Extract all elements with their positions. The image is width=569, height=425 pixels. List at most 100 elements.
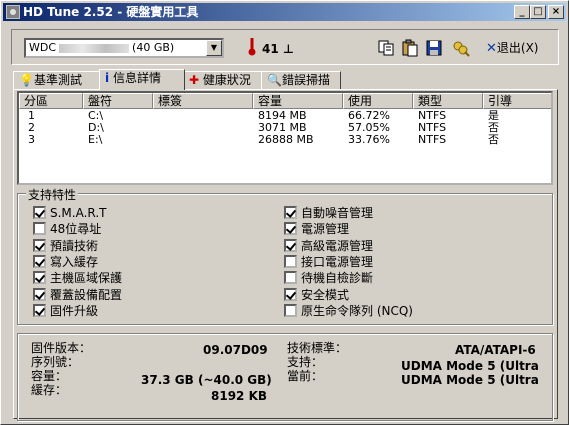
feature-label: 48位尋址 (50, 222, 102, 237)
feature-label: 高級電源管理 (301, 238, 374, 253)
checkbox-checked[interactable] (33, 238, 46, 252)
feature-label: 電源管理 (301, 222, 350, 237)
checkbox-checked[interactable] (33, 303, 46, 317)
paste-icon[interactable] (401, 39, 419, 57)
minimize-button[interactable]: _ (514, 5, 530, 19)
drive-prefix: WDC (29, 41, 57, 54)
standard-value: ATA/ATAPI-6 (455, 343, 536, 357)
feature-checkbox-right-4[interactable]: 待機自檢診斷 (284, 271, 373, 285)
firmware-value: 09.07D09 (203, 343, 268, 357)
firmware-label: 固件版本： (31, 341, 92, 355)
toolbar: WDC (40 GB) ▼ 41 ⊥ ✕退出(X) (11, 29, 559, 65)
checkbox-checked[interactable] (33, 206, 46, 219)
drive-select[interactable]: WDC (40 GB) ▼ (24, 38, 224, 58)
checkbox-checked[interactable] (284, 238, 297, 252)
tab-health-label: 健康狀況 (202, 73, 251, 87)
exit-button[interactable]: ✕退出(X) (486, 38, 539, 58)
thermometer-icon (248, 38, 256, 56)
table-row[interactable]: 3 E:\ 26888 MB 33.76% NTFS 否 (19, 134, 551, 146)
cell-used: 33.76% (348, 133, 390, 146)
feature-label: 原生命令隊列 (NCQ) (301, 303, 413, 318)
temperature-value: 41 (262, 42, 279, 56)
feature-checkbox-left-4[interactable]: 主機區域保護 (33, 271, 122, 285)
health-cross-icon: ✚ (189, 73, 200, 87)
col-drive[interactable]: 盤符 (83, 93, 153, 109)
settings-keys-icon[interactable] (452, 39, 470, 57)
checkbox-unchecked[interactable] (284, 271, 297, 285)
feature-checkbox-right-6[interactable]: 原生命令隊列 (NCQ) (284, 303, 413, 318)
checkbox-unchecked[interactable] (33, 222, 46, 236)
col-type[interactable]: 類型 (413, 93, 483, 109)
feature-label: 固件升級 (50, 303, 99, 318)
partition-table[interactable]: 分區 盤符 標簽 容量 使用 類型 引導 1 C:\ 8194 MB 66.72… (17, 91, 553, 185)
magnifier-icon: 🔍 (267, 73, 282, 87)
tab-info-label: 信息詳情 (112, 71, 161, 85)
tab-benchmark-label: 基準測試 (33, 73, 82, 87)
exit-icon: ✕ (486, 41, 497, 56)
close-button[interactable]: × (548, 5, 564, 19)
temperature-unit: ⊥ (282, 42, 294, 56)
tab-benchmark[interactable]: 💡基準測試 (13, 71, 101, 89)
feature-checkbox-right-1[interactable]: 電源管理 (284, 222, 349, 236)
feature-label: S.M.A.R.T (50, 206, 107, 220)
lightbulb-icon: 💡 (19, 73, 34, 87)
checkbox-checked[interactable] (284, 222, 297, 236)
tab-error-scan[interactable]: 🔍錯誤掃描 (261, 71, 341, 89)
feature-checkbox-left-2[interactable]: 預讀技術 (33, 238, 99, 253)
checkbox-checked[interactable] (33, 287, 46, 301)
feature-label: 預讀技術 (50, 238, 99, 253)
feature-label: 覆蓋設備配置 (50, 287, 123, 302)
standard-label: 技術標準： (287, 341, 348, 355)
current-value: UDMA Mode 5 (Ultra (401, 373, 539, 387)
feature-label: 待機自檢診斷 (301, 271, 374, 286)
feature-label: 寫入緩存 (50, 254, 99, 269)
col-capacity[interactable]: 容量 (253, 93, 343, 109)
feature-label: 自動噪音管理 (301, 206, 374, 220)
exit-label: 退出(X) (496, 41, 539, 55)
info-icon: i (105, 71, 110, 85)
serial-label: 序列號： (31, 355, 80, 369)
feature-checkbox-left-0[interactable]: S.M.A.R.T (33, 206, 106, 220)
drive-size: (40 GB) (132, 41, 175, 54)
capacity-value: 37.3 GB (~40.0 GB) (141, 373, 272, 387)
cell-partition: 3 (28, 133, 35, 146)
feature-checkbox-left-1[interactable]: 48位尋址 (33, 222, 101, 236)
col-label[interactable]: 標簽 (153, 93, 253, 109)
feature-checkbox-left-5[interactable]: 覆蓋設備配置 (33, 287, 123, 302)
window-title: HD Tune 2.52 - 硬盤實用工具 (23, 5, 199, 19)
app-window: HD Tune 2.52 - 硬盤實用工具 _ □ × WDC (40 GB) ▼… (0, 0, 569, 425)
checkbox-unchecked[interactable] (284, 303, 297, 317)
feature-label: 安全模式 (301, 287, 350, 302)
save-icon[interactable] (425, 39, 443, 57)
tab-health[interactable]: ✚ 健康狀況 (183, 71, 263, 89)
col-used[interactable]: 使用 (343, 93, 413, 109)
checkbox-checked[interactable] (33, 271, 46, 285)
cell-boot: 否 (488, 133, 499, 146)
cache-label: 緩存： (31, 383, 68, 397)
copy-icon[interactable] (377, 39, 395, 57)
checkbox-unchecked[interactable] (284, 254, 297, 268)
checkbox-checked[interactable] (284, 287, 297, 301)
feature-checkbox-left-6[interactable]: 固件升級 (33, 303, 99, 318)
checkbox-checked[interactable] (33, 254, 46, 268)
feature-checkbox-left-3[interactable]: 寫入緩存 (33, 254, 99, 269)
col-partition[interactable]: 分區 (19, 93, 83, 109)
feature-checkbox-right-5[interactable]: 安全模式 (284, 287, 350, 302)
feature-checkbox-right-2[interactable]: 高級電源管理 (284, 238, 374, 253)
tab-info[interactable]: i 信息詳情 (99, 69, 185, 90)
feature-checkbox-right-0[interactable]: 自動噪音管理 (284, 206, 373, 220)
cell-type: NTFS (418, 133, 447, 146)
feature-checkbox-right-3[interactable]: 接口電源管理 (284, 254, 373, 269)
title-bar[interactable]: HD Tune 2.52 - 硬盤實用工具 _ □ × (3, 3, 566, 21)
cell-drive: E:\ (88, 133, 103, 146)
chevron-down-icon[interactable]: ▼ (206, 40, 222, 56)
cache-value: 8192 KB (211, 389, 268, 403)
col-boot[interactable]: 引導 (483, 93, 551, 109)
table-header: 分區 盤符 標簽 容量 使用 類型 引導 (19, 93, 551, 109)
support-value: UDMA Mode 5 (Ultra (401, 359, 539, 373)
app-icon (6, 5, 20, 19)
cell-capacity: 26888 MB (258, 133, 314, 146)
checkbox-checked[interactable] (284, 206, 297, 219)
features-title: 支持特性 (26, 186, 79, 203)
maximize-button[interactable]: □ (530, 5, 546, 19)
